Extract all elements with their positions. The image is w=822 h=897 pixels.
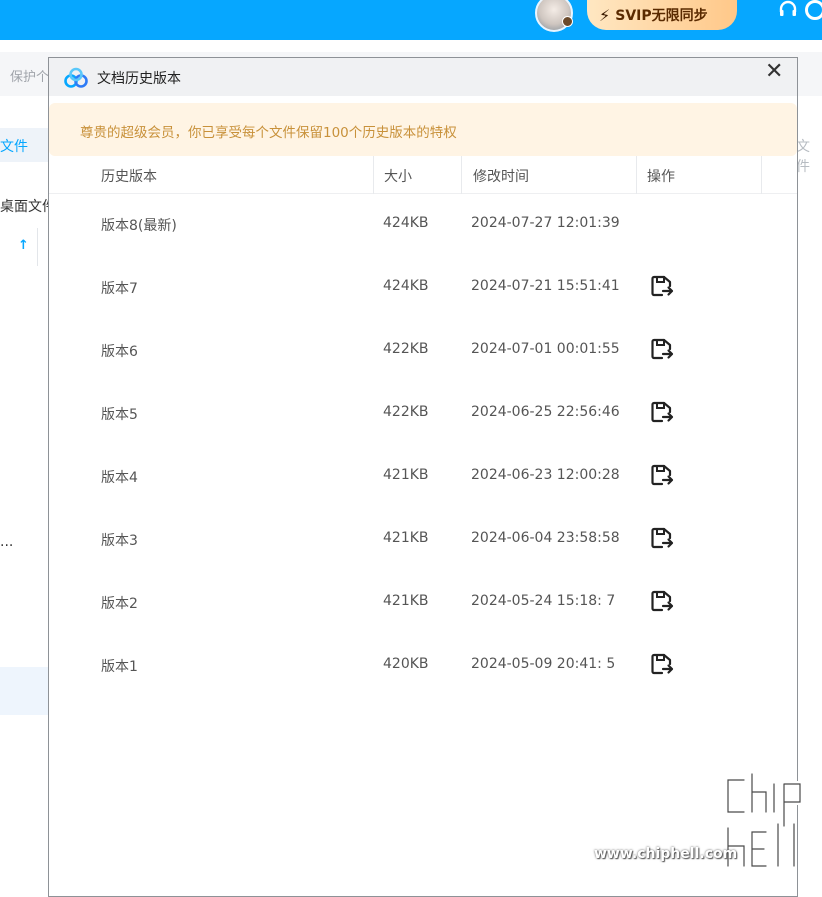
version-modified-time: 2024-06-23 12:00:28 [471, 467, 620, 483]
tab-files-right-label[interactable]: 文件 [796, 136, 822, 176]
column-header-modified: 修改时间 [473, 169, 529, 185]
version-modified-time: 2024-05-09 20:41: 5 [471, 656, 616, 672]
version-name: 版本6 [101, 344, 138, 360]
version-size: 421KB [383, 530, 429, 546]
version-modified-time: 2024-07-21 15:51:41 [471, 278, 620, 294]
column-divider [37, 228, 38, 266]
dialog-title: 文档历史版本 [97, 71, 181, 87]
restore-version-icon[interactable] [649, 399, 675, 425]
selected-row-highlight [0, 667, 48, 715]
column-divider [636, 156, 637, 194]
restore-version-icon[interactable] [649, 273, 675, 299]
version-modified-time: 2024-06-04 23:58:58 [471, 530, 620, 546]
version-name: 版本3 [101, 533, 138, 549]
version-row: 版本6 422KB 2024-07-01 00:01:55 [49, 318, 797, 381]
restore-version-icon[interactable] [649, 651, 675, 677]
version-size: 422KB [383, 404, 429, 420]
headset-icon[interactable] [778, 0, 798, 25]
column-header-size: 大小 [384, 169, 412, 185]
version-row: 版本3 421KB 2024-06-04 23:58:58 [49, 507, 797, 570]
history-versions-dialog: 文档历史版本 ✕ 尊贵的超级会员，你已享受每个文件保留100个历史版本的特权 历… [48, 57, 798, 897]
restore-version-icon[interactable] [649, 462, 675, 488]
column-divider [373, 156, 374, 194]
version-name: 版本1 [101, 659, 138, 675]
version-name: 版本7 [101, 281, 138, 297]
version-row: 版本7 424KB 2024-07-21 15:51:41 [49, 255, 797, 318]
search-input[interactable]: 保护个 [10, 66, 49, 85]
version-modified-time: 2024-06-25 22:56:46 [471, 404, 620, 420]
watermark-url: www.chiphell.com [594, 846, 738, 862]
table-header [49, 156, 797, 194]
svip-sync-button[interactable]: ⚡ SVIP无限同步 [587, 0, 737, 30]
restore-version-icon[interactable] [649, 588, 675, 614]
version-row: 版本8(最新) 424KB 2024-07-27 12:01:39 [49, 192, 797, 255]
version-row: 版本2 421KB 2024-05-24 15:18: 7 [49, 570, 797, 633]
version-row: 版本1 420KB 2024-05-09 20:41: 5 [49, 633, 797, 696]
version-name: 版本2 [101, 596, 138, 612]
svip-notice-text: 尊贵的超级会员，你已享受每个文件保留100个历史版本的特权 [80, 125, 457, 141]
version-modified-time: 2024-05-24 15:18: 7 [471, 593, 616, 609]
column-header-actions: 操作 [647, 169, 675, 185]
version-name: 版本4 [101, 470, 138, 486]
version-name: 版本8(最新) [101, 218, 177, 234]
column-divider [461, 156, 462, 194]
version-size: 420KB [383, 656, 429, 672]
version-size: 424KB [383, 278, 429, 294]
version-row: 版本4 421KB 2024-06-23 12:00:28 [49, 444, 797, 507]
column-divider [761, 156, 762, 194]
svip-label: SVIP无限同步 [615, 8, 708, 24]
baidu-netdisk-logo-icon [64, 67, 88, 88]
sort-up-icon[interactable]: ↑ [18, 238, 29, 253]
settings-icon[interactable] [805, 0, 822, 20]
restore-version-icon[interactable] [649, 336, 675, 362]
restore-version-icon[interactable] [649, 525, 675, 551]
tab-files-left-label: 文件 [0, 139, 28, 155]
version-row: 版本5 422KB 2024-06-25 22:56:46 [49, 381, 797, 444]
version-modified-time: 2024-07-01 00:01:55 [471, 341, 620, 357]
version-size: 421KB [383, 467, 429, 483]
version-name: 版本5 [101, 407, 138, 423]
version-modified-time: 2024-07-27 12:01:39 [471, 215, 620, 231]
truncated-filename: ... [0, 534, 14, 550]
lightning-icon: ⚡ [599, 5, 611, 25]
version-size: 421KB [383, 593, 429, 609]
avatar-level-badge [562, 16, 573, 27]
version-size: 424KB [383, 215, 429, 231]
close-icon[interactable]: ✕ [765, 60, 783, 84]
version-size: 422KB [383, 341, 429, 357]
column-header-version: 历史版本 [101, 169, 157, 185]
